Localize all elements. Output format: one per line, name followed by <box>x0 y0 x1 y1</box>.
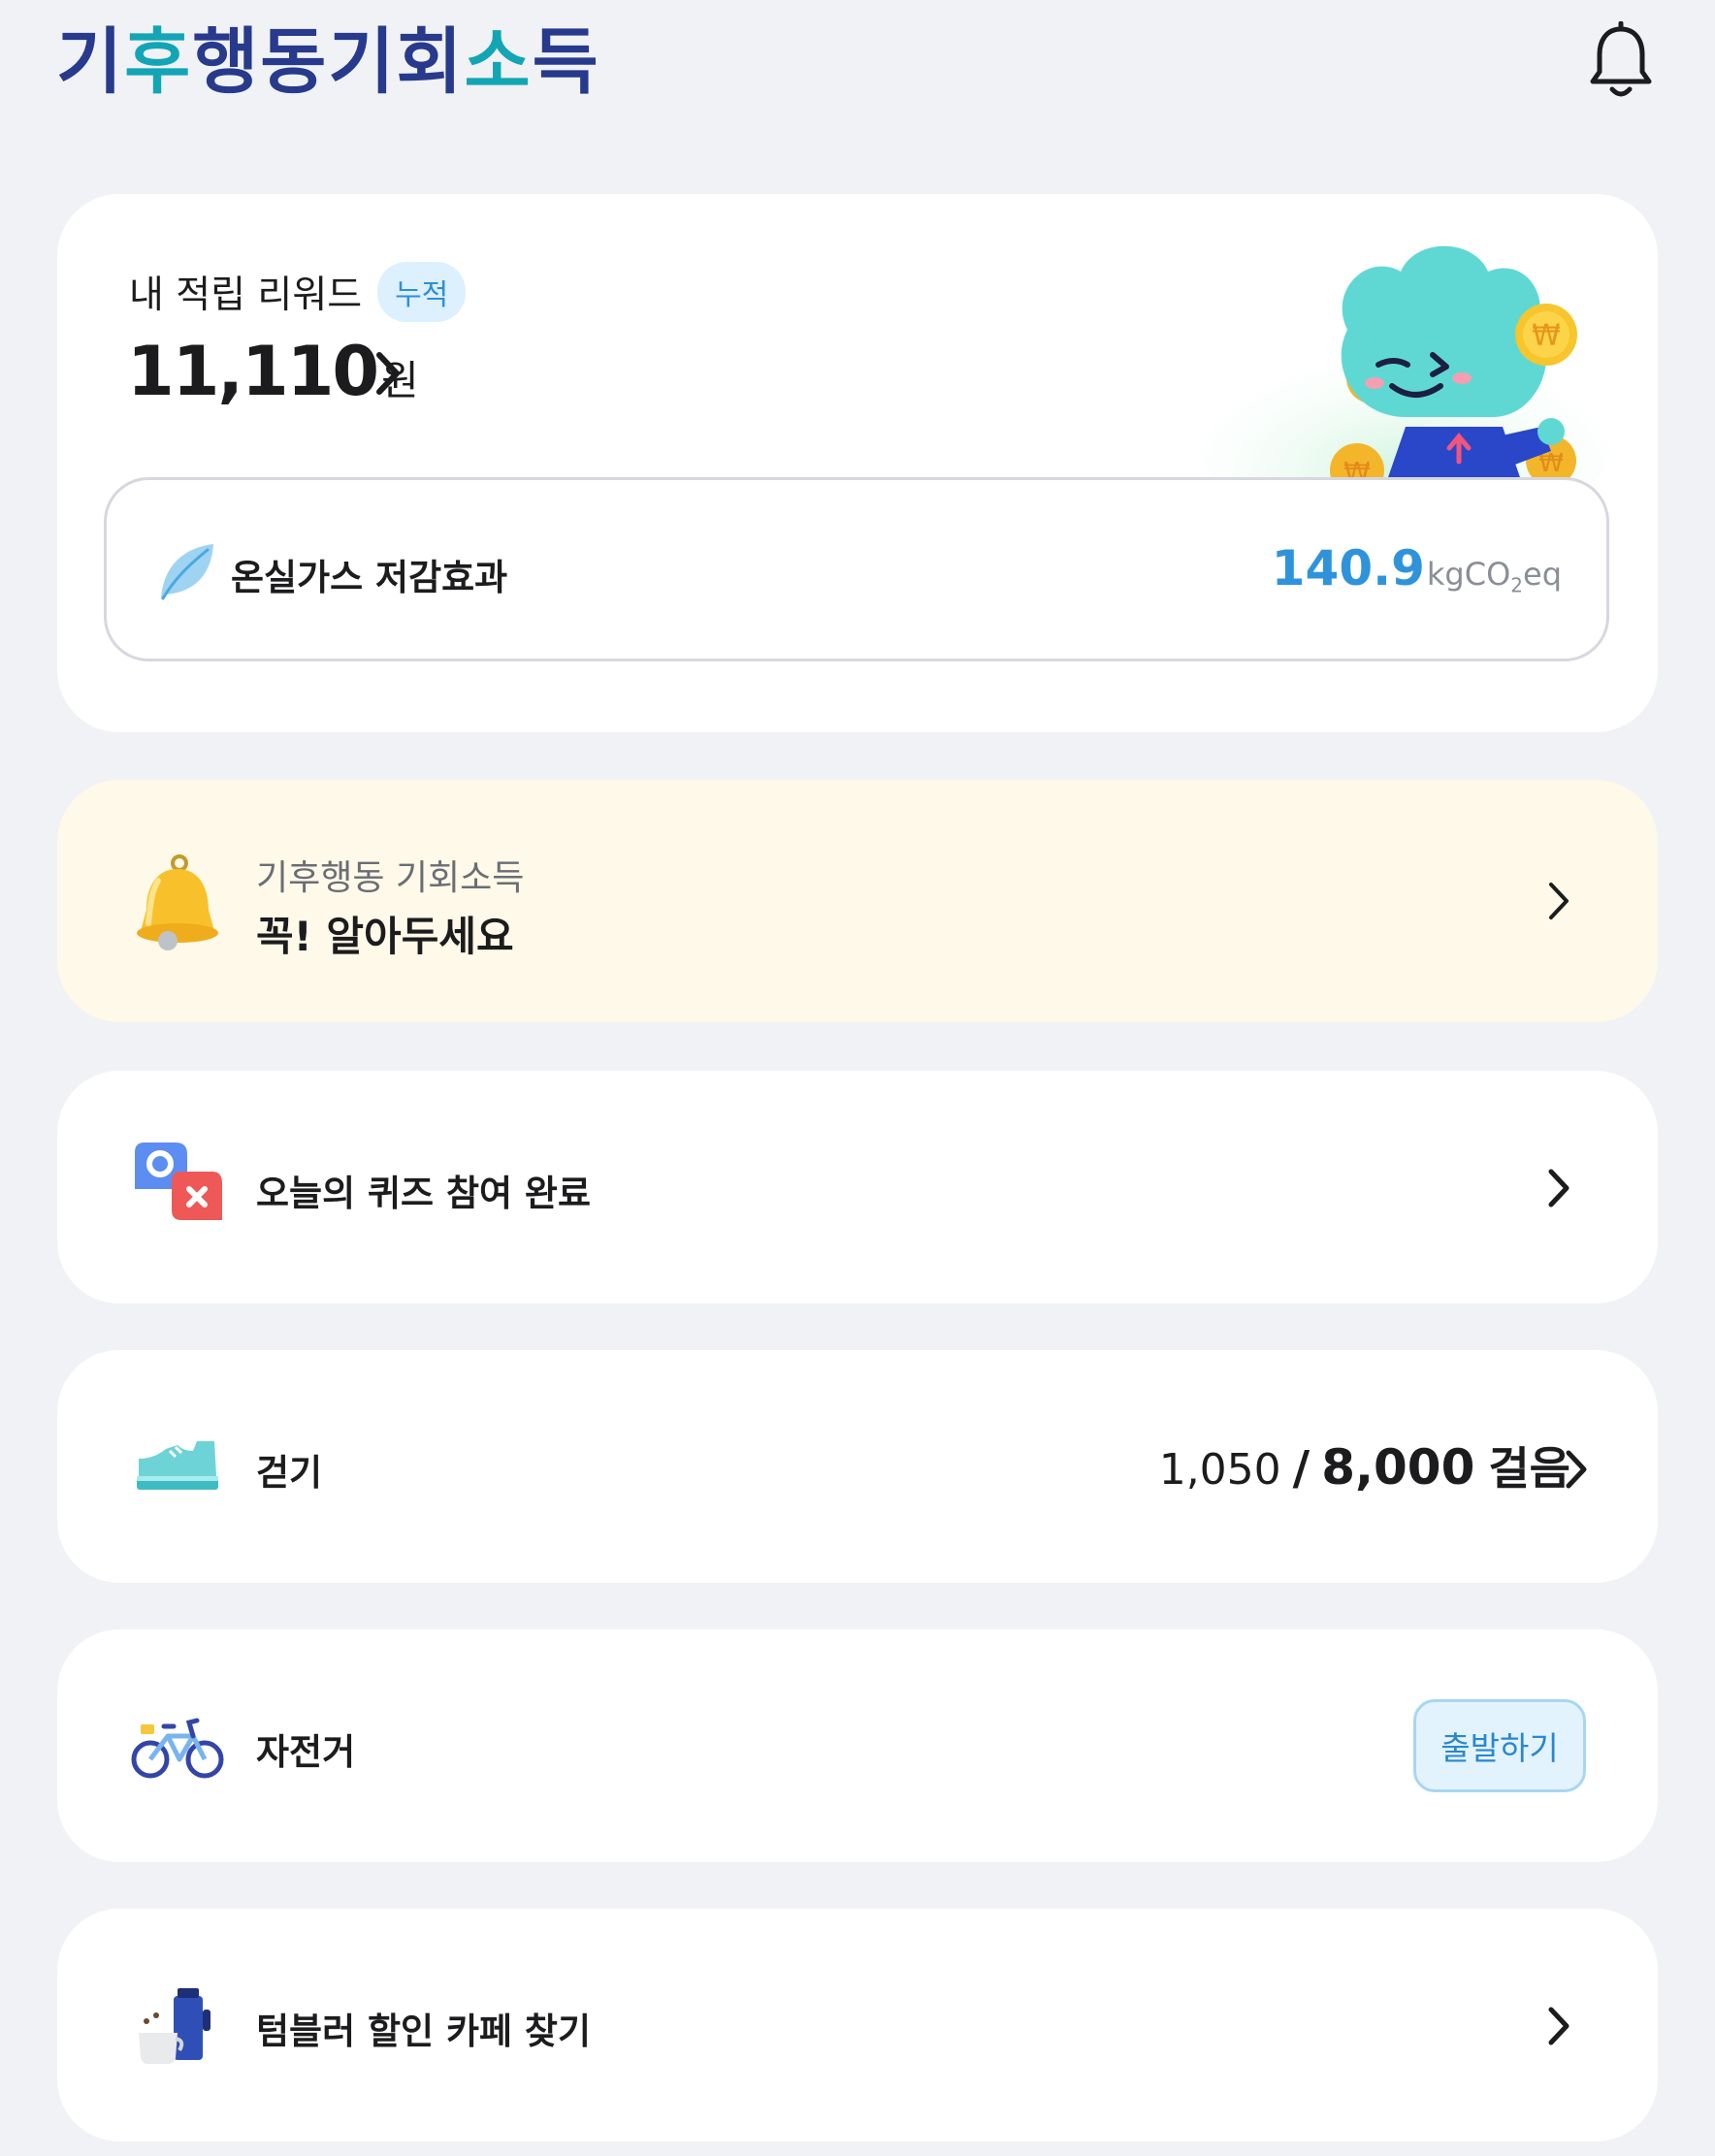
app-logo: 기후행동기회소득 <box>56 2 600 109</box>
mascot-illustration: ₩ ₩ ₩ <box>1153 233 1638 543</box>
ghg-value: 140.9 kgCO2eq <box>1272 540 1562 596</box>
ghg-value-unit: kgCO2eq <box>1426 556 1562 597</box>
bike-label: 자전거 <box>256 1731 356 1773</box>
cafe-label: 텀블러 할인 카페 찾기 <box>256 2011 592 2052</box>
chevron-right-icon <box>376 352 400 395</box>
reward-detail-chevron[interactable] <box>370 347 408 400</box>
steps-current: 1,050 <box>1158 1445 1281 1495</box>
reward-label: 내 적립 리워드 누적 <box>129 262 467 322</box>
quiz-label: 오늘의 퀴즈 참여 완료 <box>256 1173 592 1214</box>
sneaker-icon <box>129 1418 226 1515</box>
tumbler-cup-icon <box>129 1977 226 2074</box>
notice-subtitle: 기후행동 기회소득 <box>256 858 525 898</box>
chevron-right-icon <box>1566 1450 1587 1489</box>
quiz-row[interactable]: 오늘의 퀴즈 참여 완료 <box>57 1071 1658 1303</box>
reward-amount-value: 11,110 <box>127 332 379 411</box>
walk-row[interactable]: 걷기 1,050 / 8,000 걸음 <box>57 1350 1658 1583</box>
walk-chevron <box>1557 1445 1596 1494</box>
reward-label-text: 내 적립 리워드 <box>129 274 363 317</box>
bell-3d-icon <box>129 852 226 958</box>
ghg-reduction-panel: 온실가스 저감효과 140.9 kgCO2eq <box>104 477 1609 661</box>
walk-label: 걷기 <box>256 1452 323 1494</box>
chevron-right-icon <box>1548 2007 1569 2045</box>
start-ride-button[interactable]: 출발하기 <box>1413 1699 1586 1792</box>
top-bar: 기후행동기회소득 <box>0 0 1715 136</box>
bell-icon <box>1590 20 1652 97</box>
steps-goal: 8,000 <box>1321 1439 1475 1496</box>
quiz-chevron <box>1539 1164 1578 1212</box>
cumulative-badge: 누적 <box>377 262 467 322</box>
chevron-right-icon <box>1548 1169 1569 1207</box>
leaf-icon <box>151 536 219 604</box>
steps-separator: / <box>1292 1441 1311 1496</box>
step-progress: 1,050 / 8,000 걸음 <box>1159 1433 1570 1497</box>
notice-title: 꼭! 알아두세요 <box>256 913 514 960</box>
cafe-chevron <box>1539 2002 1578 2050</box>
bicycle-icon <box>129 1697 226 1794</box>
mascot-character-icon: ₩ ₩ ₩ <box>1192 245 1619 543</box>
bike-row: 자전거 출발하기 <box>57 1629 1658 1862</box>
notification-button[interactable] <box>1587 20 1655 101</box>
ghg-label: 온실가스 저감효과 <box>231 557 508 598</box>
tumbler-cafe-row[interactable]: 텀블러 할인 카페 찾기 <box>57 1909 1658 2141</box>
reward-card: 내 적립 리워드 누적 11,110 원 ₩ ₩ ₩ 온실가스 저감효과 140… <box>57 194 1658 732</box>
svg-text:₩: ₩ <box>1532 319 1561 353</box>
notice-card[interactable]: 기후행동 기회소득 꼭! 알아두세요 <box>57 780 1658 1022</box>
notice-chevron <box>1539 877 1578 925</box>
quiz-ox-icon <box>129 1139 226 1236</box>
logo-text: 기후행동기회소득 <box>56 19 600 104</box>
ghg-value-number: 140.9 <box>1271 540 1425 596</box>
chevron-right-icon <box>1549 883 1569 919</box>
